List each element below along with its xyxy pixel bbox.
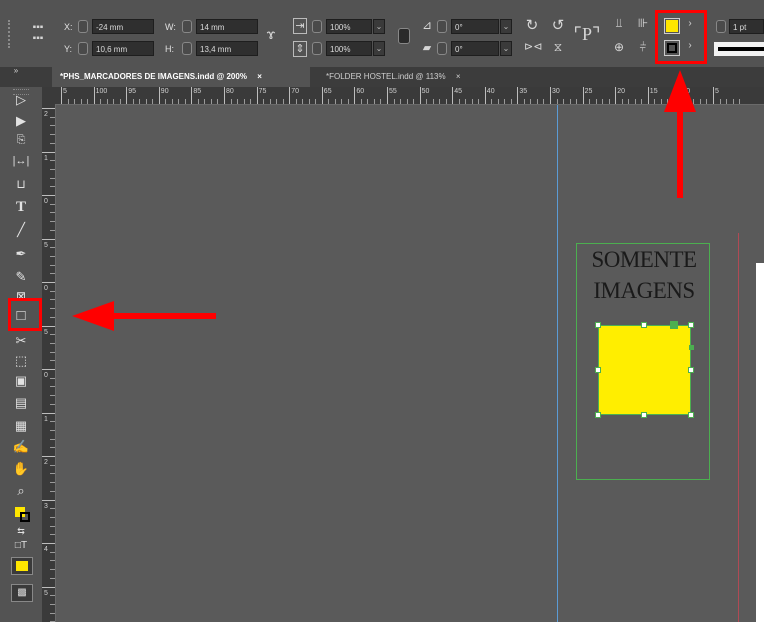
arrow-to-rectangle-tool — [72, 301, 216, 331]
arrow-to-fill-swatch — [664, 70, 696, 198]
annotation-layer — [72, 70, 696, 331]
